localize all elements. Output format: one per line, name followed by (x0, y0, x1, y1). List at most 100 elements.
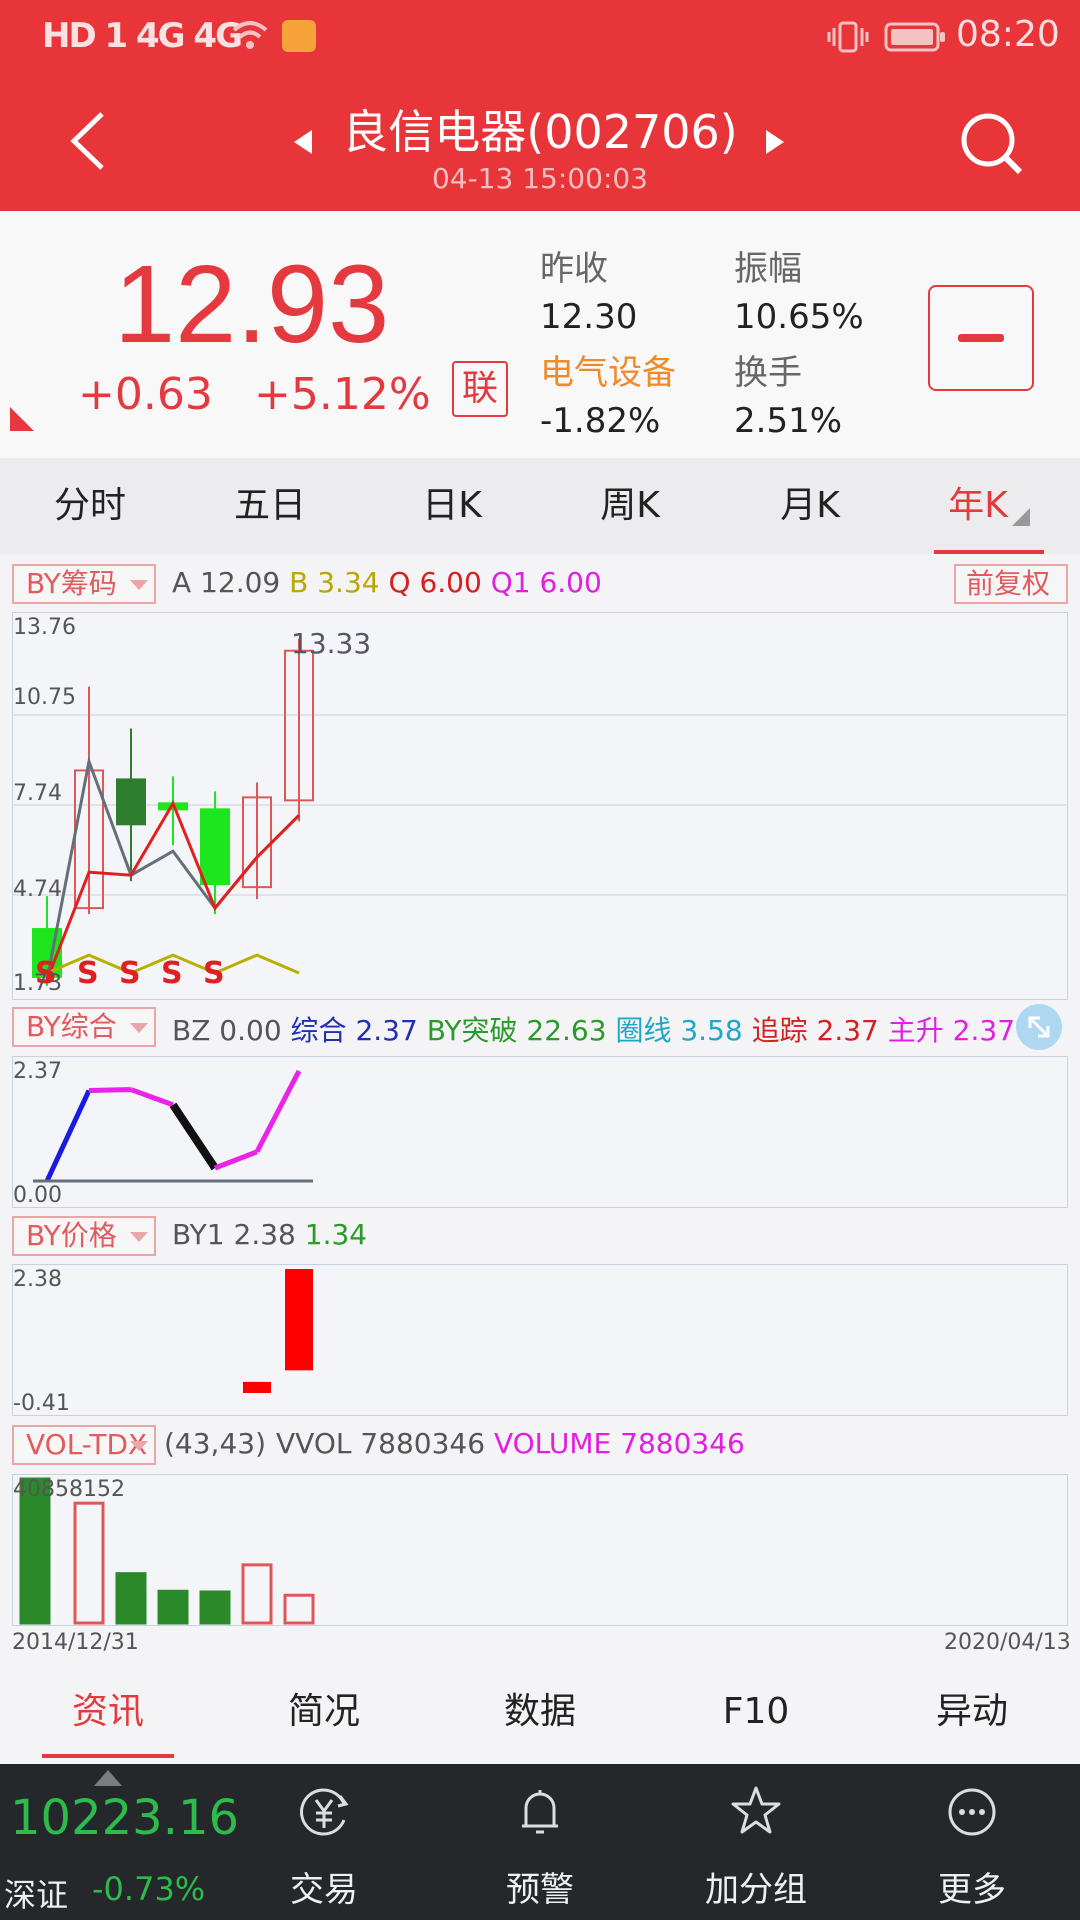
tab-week-k[interactable]: 周K (560, 458, 700, 554)
volume-chart (19, 1477, 315, 1625)
nav-alert[interactable]: 预警 (470, 1764, 610, 1920)
tab-data[interactable]: 数据 (470, 1664, 610, 1764)
y-tick-label: 0.00 (13, 1183, 62, 1208)
x-end-label: 2020/04/13 (944, 1630, 1071, 1655)
x-start-label: 2014/12/31 (12, 1630, 139, 1655)
tab-dropdown-icon[interactable] (1012, 508, 1030, 526)
legend-value: 2.37 (355, 1014, 427, 1047)
sub2-indicator-select[interactable]: BY价格 (12, 1216, 156, 1256)
tab-minute[interactable]: 分时 (20, 458, 160, 554)
sell-mark: S (77, 956, 99, 991)
caret-down-icon (130, 580, 148, 590)
legend-key: BZ (172, 1014, 220, 1047)
legend-key: 综合 (290, 1014, 356, 1047)
back-button[interactable] (60, 106, 120, 176)
quote-datetime: 04-13 15:00:03 (431, 162, 648, 195)
legend-value: 7880346 (360, 1427, 494, 1460)
corner-triangle-icon (10, 407, 34, 431)
expand-icon[interactable] (1016, 1004, 1062, 1050)
sub2-indicator-label: BY价格 (26, 1219, 117, 1252)
status-time: 08:20 (956, 14, 1060, 55)
by-composite-panel: 2.37 0.00 (12, 1056, 1068, 1208)
sell-mark: S (203, 956, 225, 991)
nav-more-label: 更多 (938, 1870, 1006, 1910)
turnover-value: 2.51% (734, 401, 843, 441)
caret-down-icon (130, 1232, 148, 1242)
legend-key: VOLUME (493, 1427, 621, 1460)
sector-label[interactable]: 电气设备 (540, 345, 676, 394)
legend-value: 2.37 (816, 1014, 888, 1047)
adjust-select[interactable]: 前复权 (954, 564, 1068, 604)
legend-value: 1.34 (304, 1218, 368, 1251)
composite-segment (169, 1102, 219, 1171)
period-tabs: 分时 五日 日K 周K 月K 年K (0, 458, 1080, 554)
tab-anomaly[interactable]: 异动 (902, 1664, 1042, 1764)
wifi-icon (230, 18, 270, 56)
bell-icon (522, 1790, 558, 1834)
minus-icon (958, 334, 1004, 342)
composite-segment (214, 1149, 258, 1171)
sell-mark: S (161, 956, 183, 991)
star-icon (731, 1786, 781, 1834)
price-bar (243, 1381, 271, 1393)
tab-five-day[interactable]: 五日 (200, 458, 340, 554)
index-value: 10223.16 (10, 1790, 240, 1846)
battery-icon (884, 22, 946, 56)
index-ticker[interactable]: 10223.16 深证 -0.73% (0, 1764, 240, 1920)
high-price-label: 13.33 (291, 627, 372, 660)
triangle-left-icon (294, 130, 312, 154)
last-price: 12.93 (114, 243, 390, 366)
by-price-chart (243, 1269, 313, 1393)
top-bar: HD 1 4G 4G 08:20 良信电器(002706) 04-13 15:0… (0, 0, 1080, 211)
linked-button[interactable]: 联 (452, 361, 508, 417)
tab-overview[interactable]: 简况 (254, 1664, 394, 1764)
next-stock-button[interactable] (764, 128, 786, 156)
tab-f10[interactable]: F10 (686, 1664, 826, 1764)
index-name: 深证 (4, 1876, 69, 1914)
main-indicator-select[interactable]: BY筹码 (12, 564, 156, 604)
composite-segment (44, 1089, 92, 1183)
prev-stock-button[interactable] (292, 128, 314, 156)
nav-alert-label: 预警 (506, 1870, 574, 1910)
sell-mark: S (119, 956, 141, 991)
by-price-panel: 2.38 -0.41 (12, 1264, 1068, 1416)
tab-underline (934, 550, 1044, 554)
legend-value: 3.34 (317, 566, 389, 599)
legend-key: BY突破 (426, 1014, 527, 1047)
y-tick-label: 13.76 (13, 615, 76, 640)
nav-add-group[interactable]: 加分组 (686, 1764, 826, 1920)
main-indicator-label: BY筹码 (26, 567, 117, 600)
tab-underline (42, 1754, 174, 1758)
search-button[interactable] (956, 108, 1026, 178)
triangle-right-icon (766, 130, 784, 154)
nav-trade[interactable]: 交易 (254, 1764, 394, 1920)
candle-body (200, 808, 230, 886)
y-tick-label: 2.38 (13, 1267, 62, 1292)
legend-key: Q (388, 566, 420, 599)
legend-key: Q1 (490, 566, 540, 599)
tab-day-k[interactable]: 日K (382, 458, 522, 554)
prev-close-value: 12.30 (540, 297, 638, 337)
tab-year-k[interactable]: 年K (908, 458, 1048, 554)
nav-trade-label: 交易 (290, 1870, 358, 1910)
legend-key: BY1 (172, 1218, 234, 1251)
y-tick-label: 7.74 (13, 781, 62, 806)
legend-value: 3.58 (680, 1014, 752, 1047)
tab-news[interactable]: 资讯 (38, 1664, 178, 1764)
index-change: -0.73% (92, 1870, 206, 1908)
tab-month-k[interactable]: 月K (740, 458, 880, 554)
amplitude-value: 10.65% (734, 297, 864, 337)
sub1-indicator-label: BY综合 (26, 1010, 117, 1043)
candlestick-chart: SSSSS (13, 638, 1067, 991)
composite-segment (130, 1087, 174, 1108)
price-bar (285, 1269, 313, 1371)
quote-summary: 12.93 +0.63 +5.12% 联 昨收 12.30 振幅 10.65% … (0, 211, 1080, 458)
vol-indicator-select[interactable]: VOL-TDX (12, 1425, 156, 1465)
volume-panel: 40858152 (12, 1474, 1068, 1626)
nav-more[interactable]: 更多 (902, 1764, 1042, 1920)
vol-legend: VVOL 7880346 VOLUME 7880346 (276, 1427, 745, 1460)
sub1-indicator-select[interactable]: BY综合 (12, 1007, 156, 1047)
stock-title: 良信电器(002706) (342, 105, 738, 159)
volume-bar (241, 1563, 273, 1625)
remove-favorite-button[interactable] (928, 285, 1034, 391)
